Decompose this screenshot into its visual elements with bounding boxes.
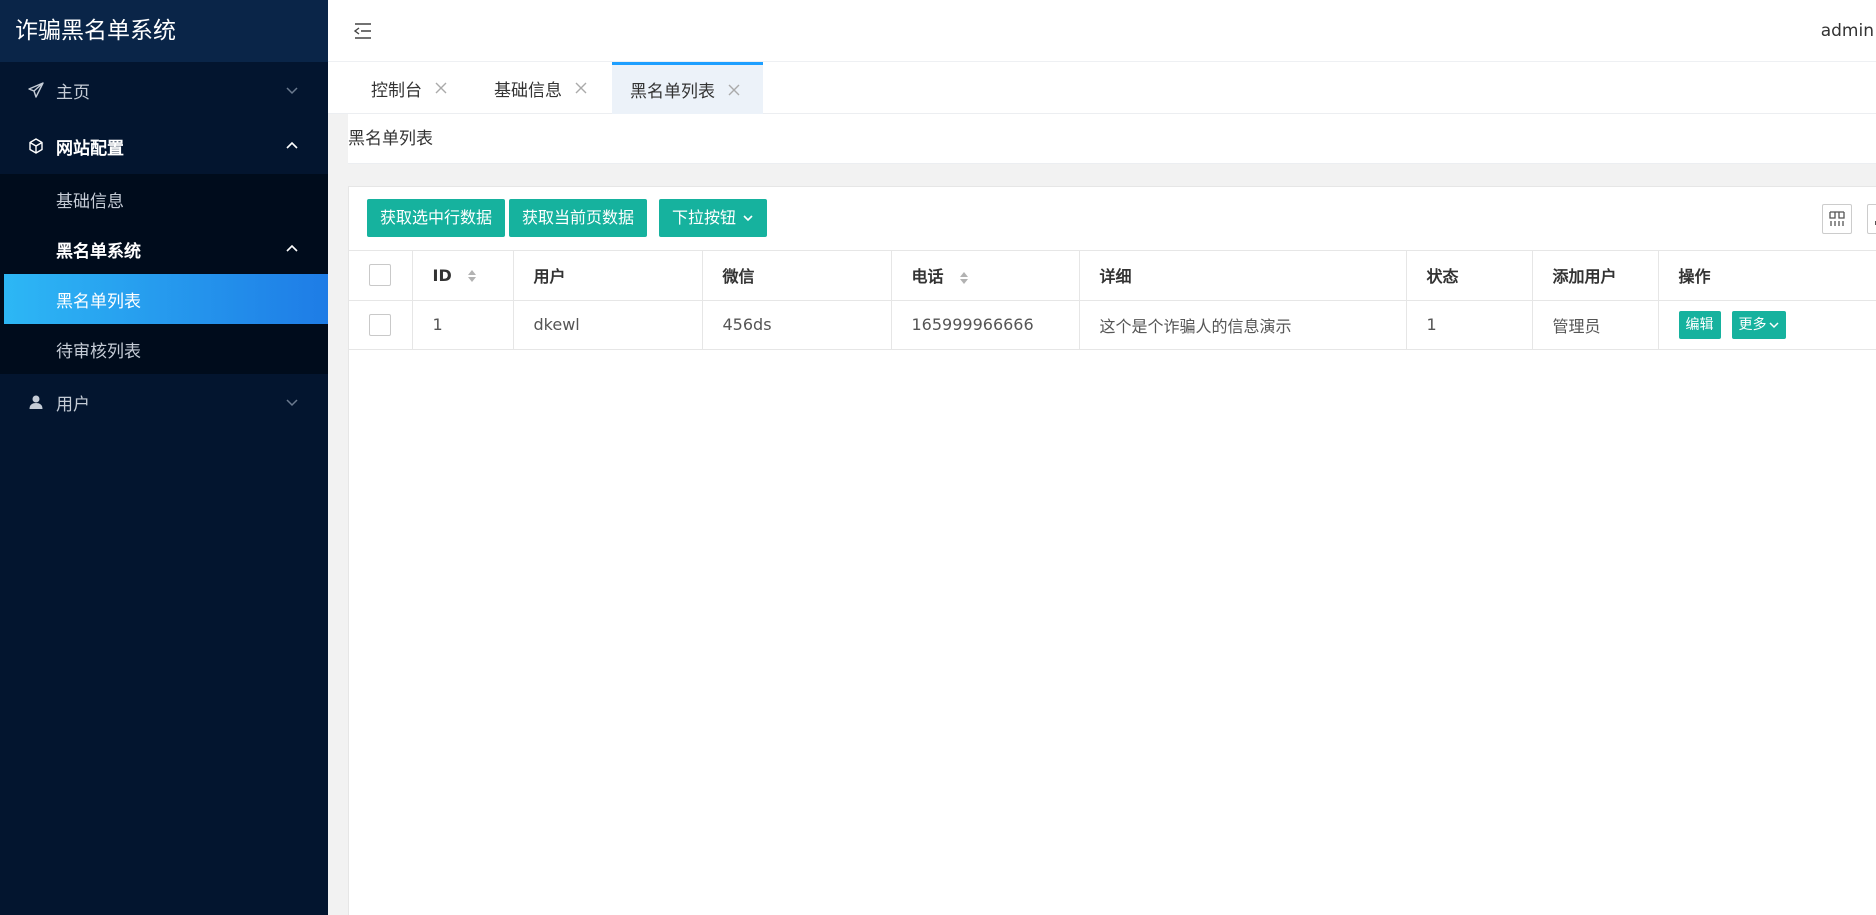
column-header-detail: 详细 [1079, 251, 1407, 301]
sidebar-item-label: 黑名单系统 [56, 241, 141, 262]
column-label: 电话 [911, 267, 944, 287]
sidebar-item-label: 用户 [56, 394, 90, 415]
sidebar-item-label: 基础信息 [56, 191, 124, 212]
sidebar-item-label: 黑名单列表 [56, 291, 141, 312]
table-panel: 获取选中行数据 获取当前页数据 下拉按钮 ID 用户 微信 电话 详细 状态 添… [348, 186, 1876, 915]
sidebar-subnav: 基础信息 黑名单系统 黑名单列表 待审核列表 [0, 174, 328, 374]
sidebar-item-blacklist-list[interactable]: 黑名单列表 [4, 274, 328, 324]
cell-actions: 编辑 更多 [1658, 300, 1876, 350]
sidebar-item-home[interactable]: 主页 [0, 62, 328, 118]
sidebar-item-pending-review[interactable]: 待审核列表 [0, 324, 328, 374]
chevron-down-icon [284, 394, 300, 410]
column-header-actions: 操作 [1658, 251, 1876, 301]
close-icon[interactable] [727, 83, 741, 97]
row-select-cell [349, 300, 413, 350]
tab-label: 基础信息 [494, 80, 562, 101]
blacklist-table: ID 用户 微信 电话 详细 状态 添加用户 操作 1 dkewl 456ds … [349, 251, 1876, 350]
chevron-up-icon [284, 138, 300, 154]
get-selected-rows-button[interactable]: 获取选中行数据 [367, 199, 506, 237]
sidebar: 诈骗黑名单系统 主页 网站配置 基础信息 黑名单系统 黑名单列表 待审核列表 用… [0, 0, 328, 915]
chevron-down-icon [284, 82, 300, 98]
button-label: 下拉按钮 [672, 208, 737, 227]
cell-wechat: 456ds [702, 300, 892, 350]
sidebar-item-label: 待审核列表 [56, 341, 141, 362]
column-header-added-by: 添加用户 [1532, 251, 1659, 301]
page-title: 黑名单列表 [348, 114, 1876, 164]
column-header-id[interactable]: ID [412, 251, 514, 301]
app-title: 诈骗黑名单系统 [0, 0, 328, 62]
paper-plane-icon [26, 80, 46, 100]
columns-filter-icon[interactable] [1822, 204, 1852, 234]
column-header-phone[interactable]: 电话 [891, 251, 1080, 301]
get-current-page-button[interactable]: 获取当前页数据 [509, 199, 648, 237]
chevron-down-icon [1768, 321, 1779, 328]
tab-bar: 控制台 基础信息 黑名单列表 [328, 62, 1876, 114]
cell-status: 1 [1406, 300, 1533, 350]
close-icon[interactable] [434, 81, 448, 95]
button-label: 获取选中行数据 [380, 208, 493, 227]
column-header-user: 用户 [513, 251, 703, 301]
select-all-cell [349, 251, 413, 301]
cell-detail: 这个是个诈骗人的信息演示 [1079, 300, 1407, 350]
column-label: ID [432, 265, 452, 285]
button-label: 更多 [1738, 316, 1767, 333]
column-header-wechat: 微信 [702, 251, 892, 301]
table-header-row: ID 用户 微信 电话 详细 状态 添加用户 操作 [349, 251, 1876, 301]
select-all-checkbox[interactable] [369, 264, 392, 287]
user-menu[interactable]: admin [1821, 0, 1874, 62]
cube-icon [26, 136, 46, 156]
chevron-up-icon [284, 241, 300, 257]
cell-user: dkewl [513, 300, 703, 350]
table-toolbar: 获取选中行数据 获取当前页数据 下拉按钮 [349, 187, 1876, 251]
close-icon[interactable] [574, 81, 588, 95]
main-content: 黑名单列表 获取选中行数据 获取当前页数据 下拉按钮 ID 用户 微信 电话 详… [328, 114, 1876, 915]
table-row: 1 dkewl 456ds 165999966666 这个是个诈骗人的信息演示 … [349, 300, 1876, 350]
row-checkbox[interactable] [369, 313, 392, 336]
tab-label: 控制台 [371, 80, 422, 101]
user-icon [26, 392, 46, 412]
chevron-down-icon [742, 212, 754, 224]
sidebar-item-site-config[interactable]: 网站配置 [0, 118, 328, 174]
top-header: admin [328, 0, 1876, 62]
sidebar-item-users[interactable]: 用户 [0, 374, 328, 430]
cell-added-by: 管理员 [1532, 300, 1659, 350]
sort-icon[interactable] [467, 268, 477, 284]
more-button[interactable]: 更多 [1731, 310, 1786, 339]
sidebar-item-label: 网站配置 [56, 138, 124, 159]
column-header-status: 状态 [1406, 251, 1533, 301]
menu-toggle-icon[interactable] [352, 20, 374, 42]
tab-console[interactable]: 控制台 [328, 62, 472, 114]
dropdown-button[interactable]: 下拉按钮 [659, 199, 768, 237]
edit-button[interactable]: 编辑 [1678, 310, 1721, 339]
sort-icon[interactable] [959, 270, 969, 286]
sidebar-item-label: 主页 [56, 82, 90, 103]
cell-phone: 165999966666 [891, 300, 1080, 350]
tab-basic-info[interactable]: 基础信息 [472, 62, 612, 114]
sidebar-item-basic-info[interactable]: 基础信息 [0, 174, 328, 224]
tab-blacklist[interactable]: 黑名单列表 [612, 62, 763, 114]
cell-id: 1 [412, 300, 514, 350]
sidebar-item-blacklist-system[interactable]: 黑名单系统 [0, 224, 328, 274]
button-label: 获取当前页数据 [522, 208, 635, 227]
tab-label: 黑名单列表 [630, 82, 715, 102]
export-icon[interactable] [1867, 204, 1876, 234]
